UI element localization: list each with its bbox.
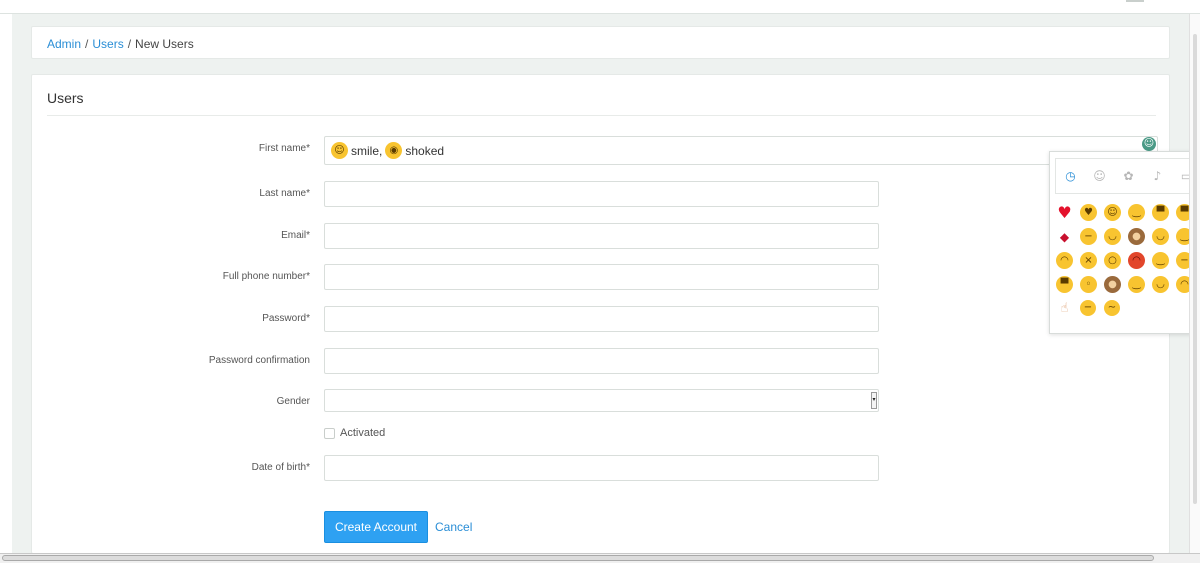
cancel-link[interactable]: Cancel bbox=[435, 520, 472, 534]
side-strip bbox=[0, 14, 12, 554]
crying-emoji-icon[interactable]: ◠ bbox=[1056, 252, 1073, 269]
phone-label: Full phone number* bbox=[222, 271, 310, 282]
gender-select[interactable]: ▾ bbox=[324, 389, 879, 412]
kissing-closed-emoji-icon[interactable]: ◦ bbox=[1080, 276, 1097, 293]
breadcrumb-separator: / bbox=[127, 37, 132, 51]
unamused-emoji-icon[interactable]: − bbox=[1080, 228, 1097, 245]
breadcrumb-separator: / bbox=[85, 37, 89, 51]
gender-label: Gender bbox=[276, 396, 310, 407]
gender-row: Gender ▾ bbox=[32, 389, 1171, 419]
relaxed-emoji-icon[interactable]: ‿ bbox=[1128, 276, 1145, 293]
email-input[interactable] bbox=[324, 223, 879, 249]
create-account-button[interactable]: Create Account bbox=[324, 511, 428, 543]
last-name-label: Last name* bbox=[259, 188, 310, 199]
confused-emoji-icon[interactable]: ∼ bbox=[1104, 300, 1120, 316]
first-name-value-part-2: shoked bbox=[405, 143, 445, 158]
emoji-picker-tabs: ◷ ☺ ✿ ♪ ▭ bbox=[1055, 158, 1199, 194]
card-title: Users bbox=[47, 90, 84, 106]
password-confirmation-row: Password confirmation bbox=[32, 348, 1171, 378]
neutral-emoji-icon[interactable]: − bbox=[1080, 300, 1096, 316]
horizontal-scrollbar-thumb[interactable] bbox=[2, 555, 1154, 561]
smiley-emoji-icon[interactable]: ◡ bbox=[1152, 276, 1169, 293]
relieved-emoji-icon[interactable]: ‿ bbox=[1128, 204, 1145, 221]
first-name-label: First name* bbox=[258, 143, 310, 154]
card-divider bbox=[47, 115, 1156, 116]
horizontal-scrollbar[interactable] bbox=[0, 553, 1200, 563]
activated-checkbox[interactable] bbox=[324, 427, 335, 439]
breadcrumb-users-link[interactable]: Users bbox=[92, 37, 123, 51]
breadcrumb: Admin / Users / New Users bbox=[31, 26, 1170, 59]
angry-emoji-icon[interactable]: ◠ bbox=[1128, 252, 1145, 269]
heart-emoji-icon[interactable]: ♥ bbox=[1056, 204, 1073, 221]
squint-tongue-emoji-icon[interactable]: × bbox=[1080, 252, 1097, 269]
top-bar-mark bbox=[1126, 0, 1144, 2]
tongue-wink-emoji-icon[interactable]: ◡ bbox=[1104, 228, 1121, 245]
flower-icon[interactable]: ✿ bbox=[1114, 169, 1143, 183]
last-name-input[interactable] bbox=[324, 181, 879, 207]
emoji-picker-toggle-icon[interactable]: ☺ bbox=[1142, 137, 1156, 151]
vertical-scrollbar[interactable] bbox=[1189, 14, 1200, 553]
first-name-input[interactable]: ☺ smile, ◉ shoked bbox=[324, 136, 1158, 165]
kiss-lips-emoji-icon[interactable]: ◆ bbox=[1056, 228, 1073, 245]
chevron-updown-icon: ▾ bbox=[871, 392, 877, 409]
phone-input[interactable] bbox=[324, 264, 879, 290]
last-name-row: Last name* bbox=[32, 181, 1171, 211]
password-input[interactable] bbox=[324, 306, 879, 332]
wink-emoji-icon[interactable]: ◡ bbox=[1152, 228, 1169, 245]
monkey-face-emoji-icon[interactable]: ● bbox=[1104, 276, 1121, 293]
phone-row: Full phone number* bbox=[32, 264, 1171, 294]
first-name-value-part-1: smile, bbox=[351, 143, 383, 158]
password-label: Password* bbox=[262, 313, 310, 324]
smiley-outline-icon[interactable]: ☺ bbox=[1085, 169, 1114, 183]
bell-icon[interactable]: ♪ bbox=[1143, 169, 1172, 183]
see-no-evil-monkey-emoji-icon[interactable]: ● bbox=[1128, 228, 1145, 245]
emoji-picker: ◷ ☺ ✿ ♪ ▭ ♥ ♥ ☺ ‿ ▀ ▀ ◆ − ◡ ● ◡ ‿ ◠ × ○ … bbox=[1049, 151, 1200, 334]
first-name-row: First name* ☺ smile, ◉ shoked bbox=[32, 136, 1171, 166]
emoji-grid: ♥ ♥ ☺ ‿ ▀ ▀ ◆ − ◡ ● ◡ ‿ ◠ × ○ ◠ ‿ − ▀ ◦ … bbox=[1056, 204, 1199, 317]
scream-emoji-icon[interactable]: ○ bbox=[1104, 252, 1121, 269]
blush-emoji-icon[interactable]: ☺ bbox=[1104, 204, 1121, 221]
smile-emoji-icon: ☺ bbox=[331, 142, 348, 159]
vertical-scrollbar-thumb[interactable] bbox=[1193, 34, 1197, 504]
smirk-side-emoji-icon[interactable]: ‿ bbox=[1152, 252, 1169, 269]
password-confirmation-label: Password confirmation bbox=[208, 355, 310, 366]
pointing-up-hand-emoji-icon[interactable]: ☝ bbox=[1056, 300, 1073, 317]
date-of-birth-row: Date of birth* bbox=[32, 455, 1171, 485]
flushed-emoji-icon: ◉ bbox=[385, 142, 403, 159]
activated-row: Activated bbox=[324, 427, 385, 439]
date-of-birth-label: Date of birth* bbox=[251, 462, 310, 473]
email-row: Email* bbox=[32, 223, 1171, 253]
breadcrumb-current: New Users bbox=[135, 37, 194, 51]
clock-icon[interactable]: ◷ bbox=[1056, 169, 1085, 183]
activated-label: Activated bbox=[340, 427, 386, 439]
password-confirmation-input[interactable] bbox=[324, 348, 879, 374]
grin-emoji-icon[interactable]: ▀ bbox=[1152, 204, 1169, 221]
email-label: Email* bbox=[281, 230, 310, 241]
date-of-birth-input[interactable] bbox=[324, 455, 879, 481]
user-form-card: Users First name* ☺ smile, ◉ shoked ☺ La… bbox=[31, 74, 1170, 554]
breadcrumb-admin-link[interactable]: Admin bbox=[47, 37, 81, 51]
heart-eyes-emoji-icon[interactable]: ♥ bbox=[1080, 204, 1097, 221]
sweat-smile-emoji-icon[interactable]: ▀ bbox=[1056, 276, 1073, 293]
top-bar bbox=[0, 0, 1200, 14]
password-row: Password* bbox=[32, 306, 1171, 336]
